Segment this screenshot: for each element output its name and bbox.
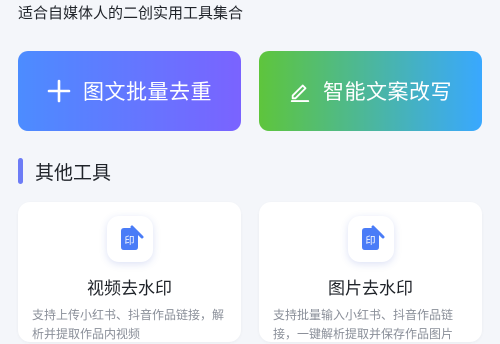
video-watermark-card[interactable]: 印 视频去水印 支持上传小红书、抖音作品链接，解析并提取作品内视频 (18, 202, 241, 342)
smart-rewrite-button[interactable]: 智能文案改写 (259, 51, 482, 131)
page-subtitle: 适合自媒体人的二创实用工具集合 (18, 4, 244, 22)
video-watermark-desc: 支持上传小红书、抖音作品链接，解析并提取作品内视频 (32, 308, 225, 341)
svg-text:印: 印 (125, 235, 135, 247)
image-watermark-card[interactable]: 印 图片去水印 支持批量输入小红书、抖音作品链接，一键解析提取并保存作品图片 (259, 202, 482, 342)
watermark-icon: 印 (348, 216, 394, 262)
plus-icon (47, 79, 71, 103)
watermark-icon: 印 (107, 216, 153, 262)
batch-dedupe-label: 图文批量去重 (83, 80, 212, 104)
section-header: 其他工具 (18, 156, 111, 186)
batch-dedupe-button[interactable]: 图文批量去重 (18, 51, 241, 131)
image-watermark-desc: 支持批量输入小红书、抖音作品链接，一键解析提取并保存作品图片 (273, 308, 454, 341)
svg-text:印: 印 (366, 235, 376, 247)
section-title: 其他工具 (35, 161, 112, 184)
section-accent-bar (18, 158, 23, 184)
smart-rewrite-label: 智能文案改写 (323, 80, 452, 104)
video-watermark-title: 视频去水印 (87, 279, 172, 299)
image-watermark-title: 图片去水印 (328, 279, 413, 299)
pen-icon (289, 80, 311, 102)
